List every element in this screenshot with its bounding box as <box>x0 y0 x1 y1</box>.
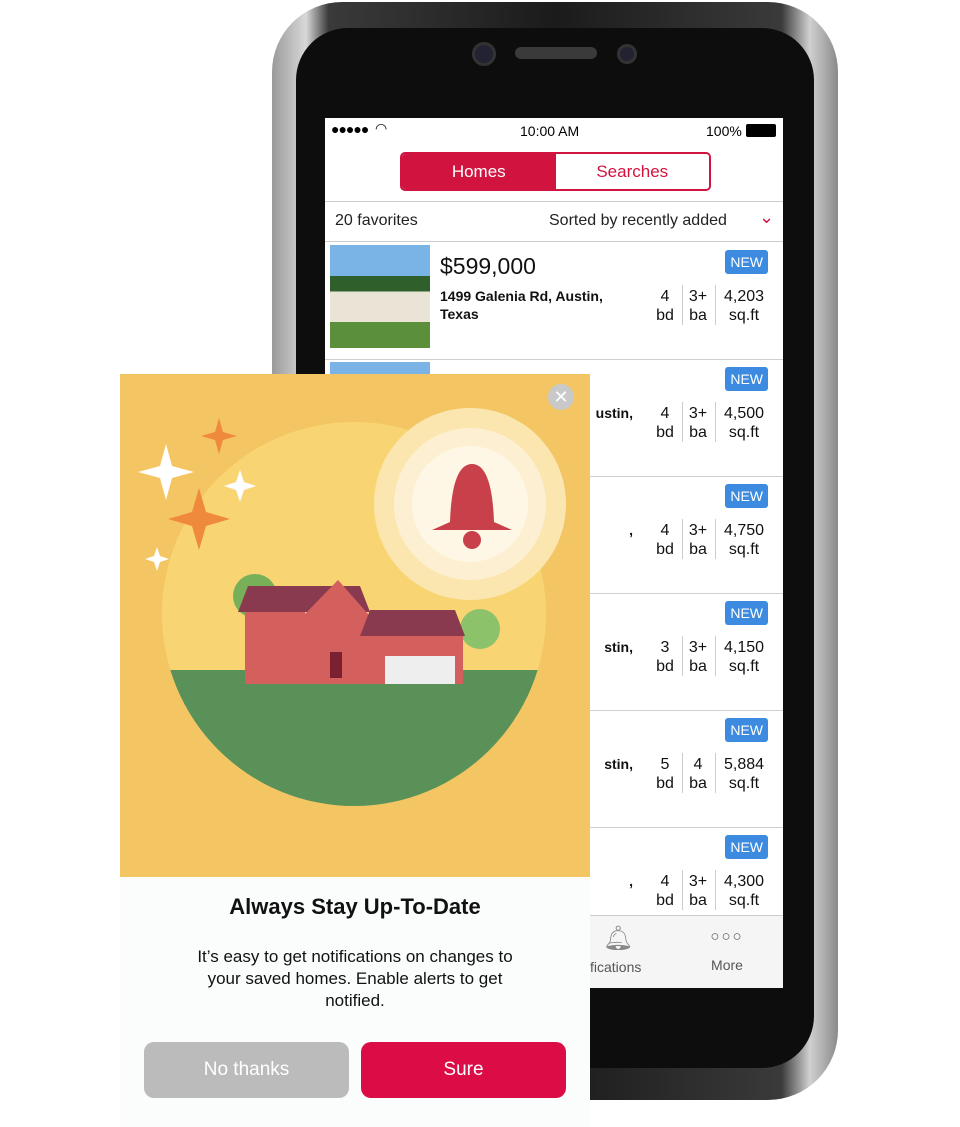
listing-address: , <box>629 873 633 889</box>
listing-photo <box>330 245 430 348</box>
listing-address: stin, <box>604 756 633 772</box>
listing-address: 1499 Galenia Rd, Austin, Texas <box>440 288 603 322</box>
square-feet: 4,500 sq.ft <box>723 405 765 441</box>
bedrooms: 4 bd <box>656 405 674 441</box>
bathrooms: 4 ba <box>689 756 707 792</box>
tab-more-label: More <box>711 957 743 973</box>
divider <box>715 636 716 676</box>
sort-bar: 20 favorites Sorted by recently added ⌄ <box>325 201 783 242</box>
divider <box>682 402 683 442</box>
close-button[interactable]: ✕ <box>548 384 574 410</box>
listing-price: $599,000 <box>440 253 536 279</box>
status-bar: ●●●●● ◠ 10:00 AM 100% <box>325 118 783 144</box>
square-feet: 4,150 sq.ft <box>723 639 765 675</box>
divider <box>715 402 716 442</box>
listing-address: stin, <box>604 639 633 655</box>
illustration: ✕ <box>120 374 590 877</box>
clock: 10:00 AM <box>520 123 580 139</box>
new-badge: NEW <box>725 367 768 391</box>
new-badge: NEW <box>725 601 768 625</box>
signal-icon: ●●●●● <box>331 121 369 137</box>
bedrooms: 4 bd <box>656 522 674 558</box>
bathrooms: 3+ ba <box>688 405 708 441</box>
divider <box>682 870 683 910</box>
tab-searches[interactable]: Searches <box>555 154 709 189</box>
new-badge: NEW <box>725 484 768 508</box>
divider <box>715 285 716 325</box>
divider <box>682 636 683 676</box>
sensor <box>617 44 637 64</box>
divider <box>682 285 683 325</box>
bedrooms: 3 bd <box>656 639 674 675</box>
listing-address: , <box>629 522 633 538</box>
speaker-grille <box>515 47 597 59</box>
battery-icon <box>746 124 776 137</box>
wifi-icon: ◠ <box>375 120 388 136</box>
favorites-count: 20 favorites <box>335 212 418 229</box>
bedrooms: 4 bd <box>656 873 674 909</box>
battery-percent: 100% <box>706 123 742 139</box>
more-icon: ○○○ <box>710 928 744 945</box>
bathrooms: 3+ ba <box>688 873 708 909</box>
bathrooms: 3+ ba <box>688 639 708 675</box>
sort-dropdown[interactable]: Sorted by recently added <box>549 212 727 230</box>
modal-title: Always Stay Up-To-Date <box>229 894 481 919</box>
tab-homes[interactable]: Homes <box>402 154 556 189</box>
listing-row[interactable]: $599,000 1499 Galenia Rd, Austin, Texas N… <box>325 243 783 360</box>
no-thanks-button[interactable]: No thanks <box>144 1042 349 1098</box>
divider <box>682 519 683 559</box>
square-feet: 5,884 sq.ft <box>723 756 765 792</box>
divider <box>715 519 716 559</box>
new-badge: NEW <box>725 835 768 859</box>
bedrooms: 4 bd <box>656 288 674 324</box>
bathrooms: 3+ ba <box>688 288 708 324</box>
square-feet: 4,203 sq.ft <box>723 288 765 324</box>
house-bell-illustration <box>138 408 566 806</box>
square-feet: 4,750 sq.ft <box>723 522 765 558</box>
divider <box>715 753 716 793</box>
bathrooms: 3+ ba <box>688 522 708 558</box>
new-badge: NEW <box>725 250 768 274</box>
segmented-control: Homes Searches <box>400 152 711 191</box>
tab-notifications[interactable]: 🔔︎ tifications <box>583 924 653 975</box>
sure-button[interactable]: Sure <box>361 1042 566 1098</box>
notification-modal: ✕ Always Stay Up-To-Date It’s easy to ge… <box>120 374 590 1127</box>
square-feet: 4,300 sq.ft <box>723 873 765 909</box>
chevron-down-icon[interactable]: ⌄ <box>759 207 774 228</box>
tab-more[interactable]: ○○○ More <box>695 928 759 973</box>
bell-icon: 🔔︎ <box>602 925 634 952</box>
divider <box>715 870 716 910</box>
bedrooms: 5 bd <box>656 756 674 792</box>
listing-address: ustin, <box>595 405 633 421</box>
tab-notifications-label: tifications <box>583 959 642 975</box>
modal-body: It’s easy to get notifications on change… <box>197 947 513 1010</box>
divider <box>682 753 683 793</box>
front-camera <box>472 42 496 66</box>
new-badge: NEW <box>725 718 768 742</box>
